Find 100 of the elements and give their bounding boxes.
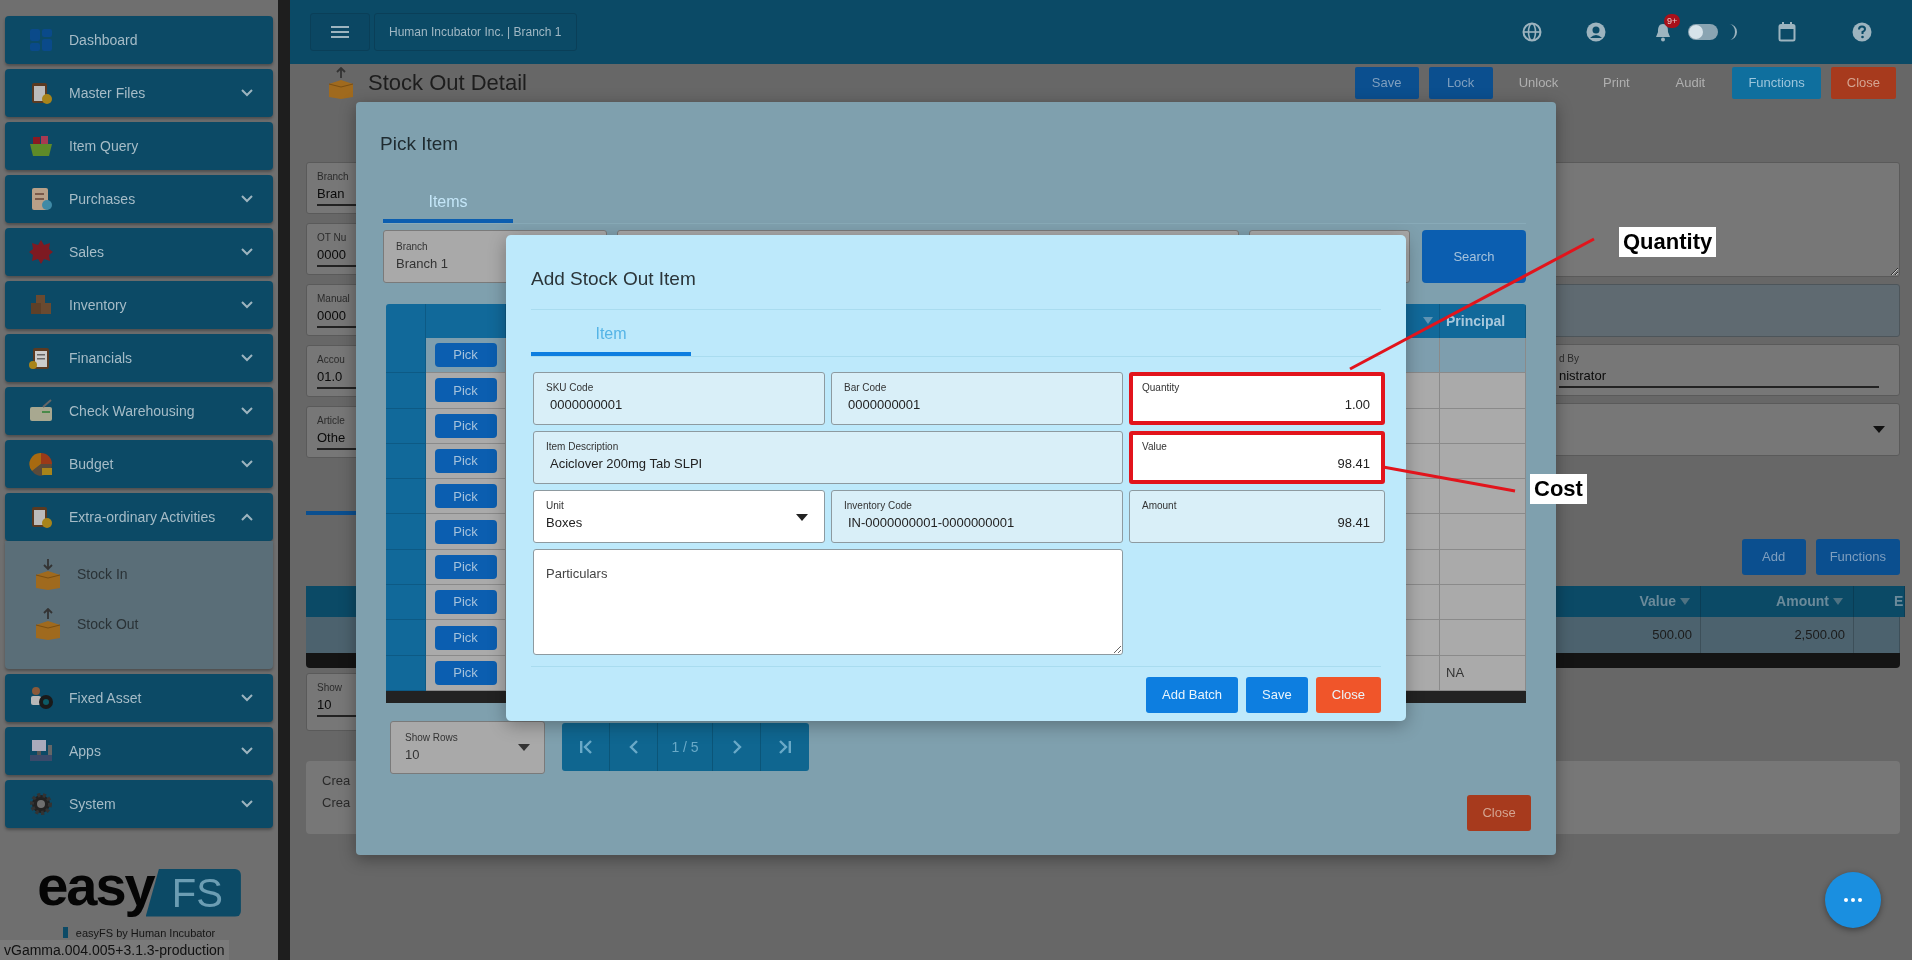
sidebar-item[interactable]: Budget: [5, 440, 273, 488]
version-text: vGamma.004.005+3.1.3-production: [0, 940, 229, 960]
input-field[interactable]: SKU Code 0000000001: [533, 372, 825, 425]
sidebar-item[interactable]: System: [5, 780, 273, 828]
field-value[interactable]: 1.00: [1142, 395, 1372, 415]
field-value[interactable]: 0000000001: [546, 395, 812, 415]
toolbar-button[interactable]: Audit: [1658, 67, 1723, 99]
sidebar-item[interactable]: Sales: [5, 228, 273, 276]
table-cell: [1406, 514, 1440, 550]
next-page-button[interactable]: [713, 723, 761, 772]
menu-button[interactable]: [310, 13, 370, 51]
sidebar-item[interactable]: Dashboard: [5, 16, 273, 64]
input-field[interactable]: Amount 98.41: [1129, 490, 1385, 543]
sidebar-item[interactable]: Fixed Asset: [5, 674, 273, 722]
last-page-button[interactable]: [761, 723, 809, 772]
action-button[interactable]: Add: [1741, 539, 1806, 575]
dialog-button[interactable]: Add Batch: [1146, 677, 1239, 713]
page-title: Stock Out Detail: [368, 69, 527, 97]
submenu-item[interactable]: Stock Out: [5, 605, 139, 643]
field-value[interactable]: Boxes: [546, 513, 812, 533]
dialog-button[interactable]: Save: [1246, 677, 1308, 713]
computer-icon: [29, 739, 53, 763]
input-field[interactable]: Bar Code 0000000001: [831, 372, 1123, 425]
toolbar-button[interactable]: Save: [1354, 67, 1419, 99]
submenu-item[interactable]: Stock In: [5, 555, 128, 593]
chevron-icon: [241, 354, 253, 362]
pick-button[interactable]: Pick: [434, 660, 497, 685]
pick-button[interactable]: Pick: [434, 343, 497, 368]
input-field[interactable]: Quantity 1.00: [1129, 372, 1385, 425]
toolbar-button[interactable]: Close: [1830, 67, 1896, 99]
field-value[interactable]: 98.41: [1142, 513, 1372, 533]
calendar-icon[interactable]: [1778, 22, 1796, 42]
table-header-cell[interactable]: Principal: [1440, 304, 1526, 338]
user-icon[interactable]: [1586, 22, 1606, 42]
pick-button[interactable]: Pick: [434, 625, 497, 650]
toolbar-button[interactable]: Print: [1584, 67, 1649, 99]
sidebar-item[interactable]: Check Warehousing: [5, 387, 273, 435]
sidebar-item[interactable]: Master Files: [5, 69, 273, 117]
pick-button[interactable]: Pick: [434, 590, 497, 615]
input-field[interactable]: Inventory Code IN-0000000001-0000000001: [831, 490, 1123, 543]
text-area[interactable]: Particulars: [533, 549, 1123, 655]
table-header-cell: [386, 304, 426, 338]
bell-icon[interactable]: [1654, 22, 1672, 42]
close-button[interactable]: Close: [1467, 795, 1531, 831]
select-field[interactable]: Show Rows 10: [390, 720, 545, 774]
field-value[interactable]: 98.41: [1142, 454, 1372, 474]
pick-button[interactable]: Pick: [434, 554, 497, 579]
table-cell: [386, 620, 426, 656]
pick-button[interactable]: Pick: [434, 484, 497, 509]
tagline-text: easyFS by Human Incubator: [75, 925, 216, 941]
annotation-label: Cost: [1530, 474, 1587, 505]
table-cell: [1406, 479, 1440, 515]
theme-toggle[interactable]: [1688, 24, 1718, 40]
pick-button[interactable]: Pick: [434, 413, 497, 438]
chevron-icon: [241, 800, 253, 808]
globe-icon[interactable]: [1522, 22, 1542, 42]
previous-page-button[interactable]: [610, 723, 658, 772]
table-cell: [386, 514, 426, 550]
dialog-button[interactable]: Close: [1315, 677, 1381, 713]
first-page-button[interactable]: [562, 723, 610, 772]
clipboard-icon: [29, 505, 53, 529]
sidebar-item[interactable]: Item Query: [5, 122, 273, 170]
sidebar-item[interactable]: Apps: [5, 727, 273, 775]
pick-button[interactable]: Pick: [434, 519, 497, 544]
table-header-cell[interactable]: E: [1854, 586, 1905, 617]
search-button[interactable]: Search: [1422, 230, 1526, 283]
checklist-icon: [29, 187, 53, 211]
field-value[interactable]: IN-0000000001-0000000001: [844, 513, 1110, 533]
field-value[interactable]: 0000000001: [844, 395, 1110, 415]
box-arrow-icon: [35, 558, 61, 590]
pick-button[interactable]: Pick: [434, 378, 497, 403]
sidebar-item[interactable]: Financials: [5, 334, 273, 382]
sidebar-item[interactable]: Extra-ordinary Activities: [5, 493, 273, 541]
sidebar-item[interactable]: Inventory: [5, 281, 273, 329]
caret-icon: [1873, 426, 1885, 433]
table-header-cell[interactable]: Amount: [1701, 586, 1854, 617]
field-value[interactable]: nistrator: [1559, 366, 1879, 388]
more-icon: [1844, 898, 1862, 902]
box-arrow-icon: [328, 67, 354, 99]
person-gear-icon: [29, 686, 53, 710]
toolbar-button[interactable]: Functions: [1732, 67, 1821, 99]
table-cell: NA: [1440, 655, 1526, 691]
table-header-cell[interactable]: [1406, 304, 1440, 338]
select-field[interactable]: Unit Boxes: [533, 490, 825, 543]
tagline-bar: [62, 927, 68, 939]
table-cell: [1406, 408, 1440, 444]
action-button[interactable]: Functions: [1815, 539, 1900, 575]
gear-icon: [29, 792, 53, 816]
field-value[interactable]: Aciclover 200mg Tab SLPI: [546, 454, 1110, 474]
input-field[interactable]: Item Description Aciclover 200mg Tab SLPI: [533, 431, 1123, 484]
table-cell: [386, 479, 426, 515]
company-selector[interactable]: Human Incubator Inc. | Branch 1: [374, 13, 577, 51]
table-cell: [1406, 620, 1440, 656]
sidebar-item[interactable]: Purchases: [5, 175, 273, 223]
input-field[interactable]: Value 98.41: [1129, 431, 1385, 484]
pick-button[interactable]: Pick: [434, 449, 497, 474]
toolbar-button[interactable]: Lock: [1428, 67, 1493, 99]
table-cell: [1406, 655, 1440, 691]
help-icon[interactable]: [1852, 22, 1872, 42]
toolbar-button[interactable]: Unlock: [1502, 67, 1575, 99]
